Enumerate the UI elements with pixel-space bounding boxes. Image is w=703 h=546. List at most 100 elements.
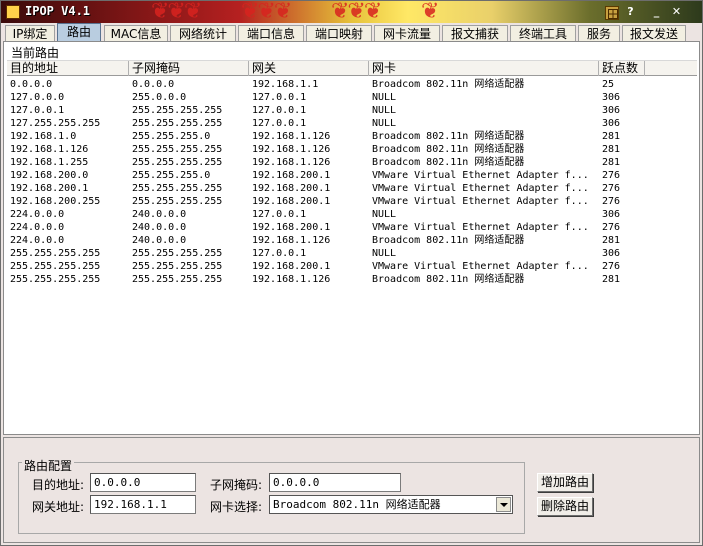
column-header-nic[interactable]: 网卡 — [369, 61, 599, 76]
nic-select[interactable]: Broadcom 802.11n 网络适配器 — [269, 495, 513, 514]
mask-cell: 240.0.0.0 — [132, 209, 187, 220]
nic-cell: Broadcom 802.11n 网络适配器 — [372, 274, 525, 285]
title-decoration: ❦ — [421, 1, 439, 23]
metric-cell: 276 — [602, 170, 621, 181]
title-decoration: ❦❦❦ — [241, 1, 292, 23]
tab-ip-binding[interactable]: IP绑定 — [5, 25, 55, 41]
table-row[interactable]: 192.168.200.0 255.255.255.0 192.168.200.1 V… — [7, 169, 697, 182]
window-title: IPOP V4.1 — [25, 4, 91, 18]
destination-cell: 224.0.0.0 — [10, 235, 65, 246]
gateway-cell: 192.168.1.126 — [252, 144, 331, 155]
tab-routing[interactable]: 路由 — [57, 23, 101, 42]
destination-cell: 0.0.0.0 — [10, 79, 53, 90]
nic-cell: Broadcom 802.11n 网络适配器 — [372, 131, 525, 142]
tab-services[interactable]: 服务 — [578, 25, 620, 41]
nic-cell: VMware Virtual Ethernet Adapter f... — [372, 183, 589, 194]
destination-cell: 255.255.255.255 — [10, 248, 101, 259]
nic-cell: Broadcom 802.11n 网络适配器 — [372, 79, 525, 90]
subnet-mask-input[interactable]: 0.0.0.0 — [269, 473, 401, 492]
mask-cell: 255.255.255.255 — [132, 196, 223, 207]
tab-packet-send[interactable]: 报文发送 — [622, 25, 686, 41]
column-header-mask[interactable]: 子网掩码 — [129, 61, 249, 76]
add-route-button[interactable]: 增加路由 — [537, 473, 593, 492]
table-row[interactable]: 127.0.0.0 255.0.0.0 127.0.0.1 NULL 306 — [7, 91, 697, 104]
routing-panel: 当前路由 目的地址 子网掩码 网关 网卡 跃点数 0.0.0.0 0.0.0.0 1… — [3, 41, 700, 435]
mask-cell: 240.0.0.0 — [132, 222, 187, 233]
tab-port-mapping[interactable]: 端口映射 — [306, 25, 372, 41]
tab-network-stats[interactable]: 网络统计 — [170, 25, 236, 41]
nic-cell: Broadcom 802.11n 网络适配器 — [372, 235, 525, 246]
metric-cell: 306 — [602, 248, 621, 259]
table-row[interactable]: 192.168.1.255 255.255.255.255 192.168.1.12… — [7, 156, 697, 169]
nic-cell: NULL — [372, 92, 397, 103]
help-icon[interactable]: ? — [623, 5, 638, 19]
mask-cell: 255.255.255.255 — [132, 157, 223, 168]
metric-cell: 281 — [602, 235, 621, 246]
destination-cell: 192.168.1.0 — [10, 131, 77, 142]
mask-cell: 255.255.255.0 — [132, 131, 211, 142]
gateway-cell: 127.0.0.1 — [252, 105, 307, 116]
tab-nic-traffic[interactable]: 网卡流量 — [374, 25, 440, 41]
column-header-gateway[interactable]: 网关 — [249, 61, 369, 76]
tab-packet-capture[interactable]: 报文捕获 — [442, 25, 508, 41]
nic-cell: NULL — [372, 248, 397, 259]
metric-cell: 276 — [602, 222, 621, 233]
table-row[interactable]: 127.255.255.255 255.255.255.255 127.0.0.1 N… — [7, 117, 697, 130]
close-icon[interactable]: ✕ — [669, 5, 684, 19]
table-row[interactable]: 255.255.255.255 255.255.255.255 192.168.1.… — [7, 273, 697, 286]
nic-cell: VMware Virtual Ethernet Adapter f... — [372, 222, 589, 233]
table-row[interactable]: 224.0.0.0 240.0.0.0 192.168.200.1 VMware Vi… — [7, 221, 697, 234]
tab-port-info[interactable]: 端口信息 — [238, 25, 304, 41]
column-header-destination[interactable]: 目的地址 — [7, 61, 129, 76]
table-row[interactable]: 192.168.1.0 255.255.255.0 192.168.1.126 Bro… — [7, 130, 697, 143]
metric-cell: 281 — [602, 274, 621, 285]
destination-cell: 224.0.0.0 — [10, 209, 65, 220]
table-row[interactable]: 224.0.0.0 240.0.0.0 127.0.0.1 NULL 306 — [7, 208, 697, 221]
destination-cell: 192.168.1.126 — [10, 144, 89, 155]
mask-cell: 255.255.255.255 — [132, 274, 223, 285]
delete-route-button[interactable]: 删除路由 — [537, 497, 593, 516]
nic-select-label: 网卡选择: — [210, 500, 263, 514]
mask-cell: 255.255.255.255 — [132, 183, 223, 194]
metric-cell: 306 — [602, 118, 621, 129]
gateway-label: 网关地址: — [32, 500, 85, 514]
title-bar[interactable]: ❦❦❦ ❦❦❦ ❦❦❦ ❦ IPOP V4.1 ? _ ✕ — [1, 1, 702, 23]
destination-cell: 255.255.255.255 — [10, 274, 101, 285]
dest-address-input[interactable]: 0.0.0.0 — [90, 473, 196, 492]
column-header-metric[interactable]: 跃点数 — [599, 61, 645, 76]
tab-mac-info[interactable]: MAC信息 — [104, 25, 168, 41]
minimize-icon[interactable]: _ — [649, 5, 664, 19]
chevron-down-icon[interactable] — [496, 497, 511, 512]
title-decoration: ❦❦❦ — [331, 1, 382, 23]
table-row[interactable]: 224.0.0.0 240.0.0.0 192.168.1.126 Broadcom … — [7, 234, 697, 247]
table-row[interactable]: 192.168.1.126 255.255.255.255 192.168.1.12… — [7, 143, 697, 156]
table-row[interactable]: 192.168.200.255 255.255.255.255 192.168.20… — [7, 195, 697, 208]
menu-icon[interactable] — [605, 6, 619, 20]
nic-cell: NULL — [372, 209, 397, 220]
mask-cell: 255.255.255.255 — [132, 118, 223, 129]
gateway-cell: 192.168.1.126 — [252, 235, 331, 246]
table-row[interactable]: 255.255.255.255 255.255.255.255 192.168.20… — [7, 260, 697, 273]
gateway-cell: 192.168.1.1 — [252, 79, 319, 90]
gateway-cell: 192.168.200.1 — [252, 196, 331, 207]
table-row[interactable]: 192.168.200.1 255.255.255.255 192.168.200.… — [7, 182, 697, 195]
app-window: ❦❦❦ ❦❦❦ ❦❦❦ ❦ IPOP V4.1 ? _ ✕ IP绑定 路由 MA… — [0, 0, 703, 546]
mask-cell: 255.0.0.0 — [132, 92, 187, 103]
gateway-input[interactable]: 192.168.1.1 — [90, 495, 196, 514]
dest-address-label: 目的地址: — [32, 478, 85, 492]
gateway-cell: 127.0.0.1 — [252, 118, 307, 129]
metric-cell: 281 — [602, 144, 621, 155]
metric-cell: 281 — [602, 131, 621, 142]
table-row[interactable]: 0.0.0.0 0.0.0.0 192.168.1.1 Broadcom 802.11… — [7, 78, 697, 91]
table-row[interactable]: 255.255.255.255 255.255.255.255 127.0.0.1 N… — [7, 247, 697, 260]
mask-cell: 255.255.255.255 — [132, 144, 223, 155]
table-row[interactable]: 127.0.0.1 255.255.255.255 127.0.0.1 NULL 306 — [7, 104, 697, 117]
metric-cell: 306 — [602, 209, 621, 220]
nic-select-value: Broadcom 802.11n 网络适配器 — [273, 498, 441, 511]
metric-cell: 306 — [602, 105, 621, 116]
route-table-body: 0.0.0.0 0.0.0.0 192.168.1.1 Broadcom 802.11… — [7, 78, 697, 286]
mask-cell: 255.255.255.255 — [132, 248, 223, 259]
tab-terminal-tools[interactable]: 终端工具 — [510, 25, 576, 41]
destination-cell: 192.168.200.1 — [10, 183, 89, 194]
destination-cell: 127.0.0.1 — [10, 105, 65, 116]
